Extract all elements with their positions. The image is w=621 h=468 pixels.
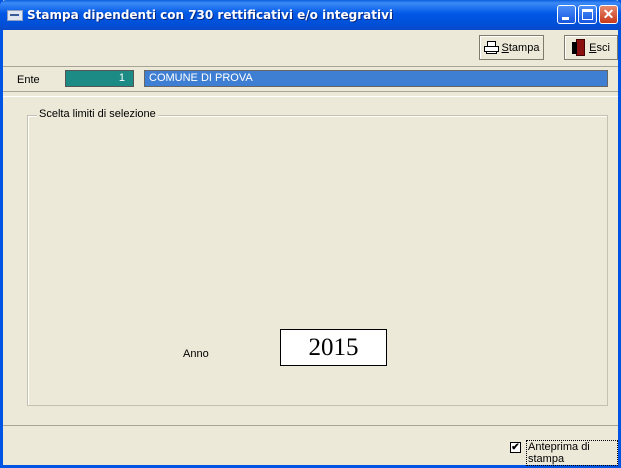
selection-group-title: Scelta limiti di selezione [37,108,158,120]
close-button[interactable]: ✕ [599,5,618,24]
esci-label: Esci [589,41,610,54]
maximize-icon [582,9,593,20]
anteprima-label[interactable]: Anteprima di stampa [526,440,618,466]
ente-row: Ente 1 COMUNE DI PROVA [3,67,618,92]
title-bar[interactable]: Stampa dipendenti con 730 rettificativi … [0,0,621,30]
minimize-button[interactable] [557,5,576,24]
anteprima-checkbox[interactable]: ✔ [510,442,521,453]
stampa-button[interactable]: Stampa [479,35,544,60]
stampa-label: Stampa [501,41,540,54]
printer-icon [483,41,499,54]
status-bar: ✔ Anteprima di stampa [3,425,618,466]
selection-panel: Scelta limiti di selezione Anno 2015 [3,96,618,426]
ente-code-field[interactable]: 1 [65,70,134,87]
close-icon: ✕ [602,6,615,22]
exit-door-icon [572,39,586,56]
anno-label: Anno [183,348,209,360]
toolbar: Stampa Esci [3,30,618,67]
main-window: Stampa dipendenti con 730 rettificativi … [0,0,621,468]
app-icon[interactable] [7,10,23,21]
minimize-icon [562,17,569,20]
anno-input[interactable]: 2015 [280,329,387,366]
ente-name-field: COMUNE DI PROVA [144,70,608,87]
ente-label: Ente [17,74,40,86]
window-title: Stampa dipendenti con 730 rettificativi … [27,8,393,22]
esci-button[interactable]: Esci [564,35,618,60]
maximize-button[interactable] [578,5,597,24]
